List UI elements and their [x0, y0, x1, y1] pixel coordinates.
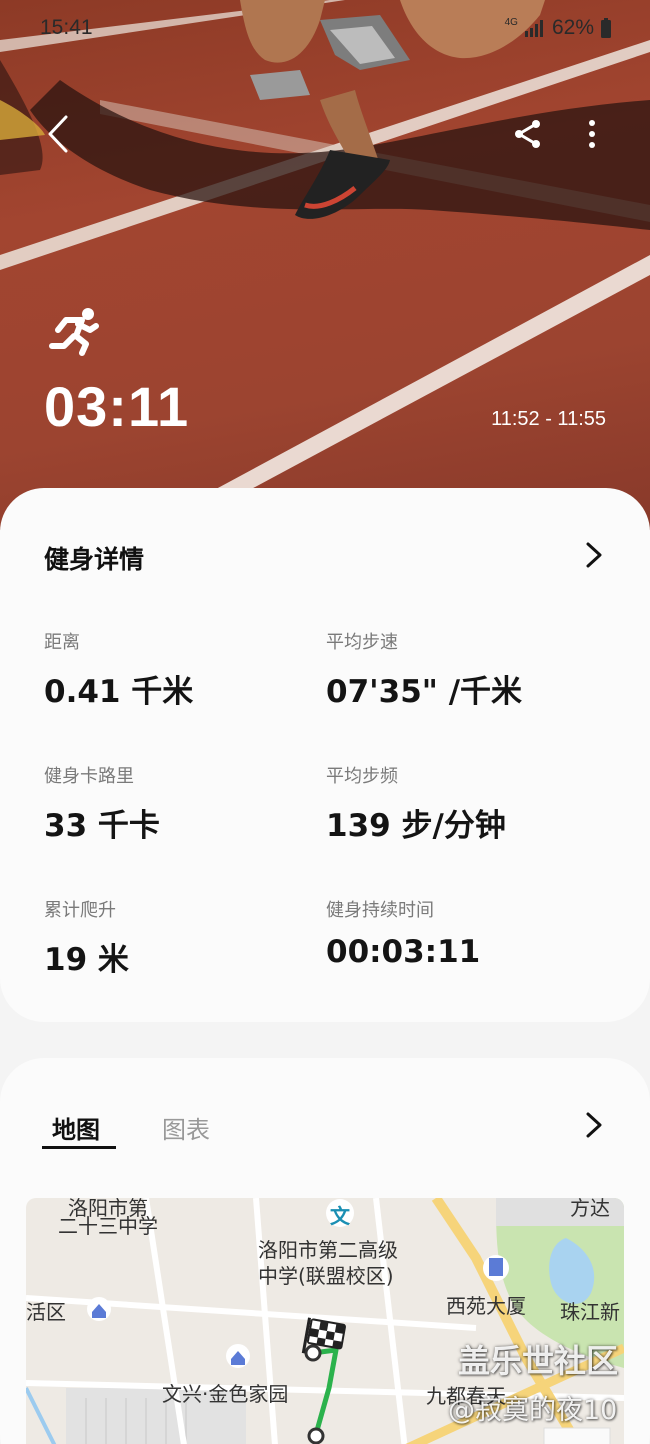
stat-label: 健身持续时间 — [326, 900, 434, 921]
stat-label: 平均步速 — [326, 632, 398, 653]
share-icon — [515, 120, 540, 148]
stat-value: 19 米 — [44, 942, 129, 978]
stat-value: 00:03:11 — [326, 934, 481, 970]
stat-label: 平均步频 — [326, 766, 398, 787]
stat-workout-duration: 健身持续时间 00:03:11 — [326, 896, 480, 970]
more-options-button[interactable] — [576, 112, 608, 156]
tab-chart[interactable]: 图表 — [162, 1110, 210, 1145]
workout-duration: 03:11 — [44, 375, 190, 438]
stat-value: 07'35" /千米 — [326, 674, 523, 710]
stat-label: 累计爬升 — [44, 900, 116, 921]
signal-icon — [524, 20, 543, 37]
active-tab-indicator — [42, 1146, 116, 1149]
more-vertical-icon — [589, 120, 595, 148]
map-label: 二十三中学 — [58, 1214, 158, 1238]
network-type: 4G — [504, 16, 518, 28]
battery-percent: 62% — [551, 16, 594, 39]
map-label: 中学(联盟校区) — [258, 1264, 394, 1288]
stat-label: 距离 — [44, 632, 80, 653]
map-label: 西苑大厦 — [446, 1294, 526, 1318]
running-track-photo — [0, 0, 650, 530]
watermark-community: 盖乐世社区 — [458, 1342, 619, 1380]
map-label: 方达 — [570, 1198, 610, 1220]
status-indicators: 4G 62% — [505, 16, 612, 40]
map-label: 文兴·金色家园 — [162, 1382, 289, 1406]
status-bar: 15:41 4G 62% — [0, 0, 650, 56]
map-label: 活区 — [26, 1300, 66, 1324]
status-time: 15:41 — [40, 16, 93, 39]
stat-value: 139 步/分钟 — [326, 808, 506, 844]
details-chevron-right-icon[interactable] — [578, 540, 608, 570]
stat-value: 0.41 千米 — [44, 674, 194, 710]
watermark-user: @寂寞的夜10 — [448, 1395, 618, 1426]
map-label: 珠江新 — [560, 1300, 620, 1324]
map-poi-icon: 文 — [330, 1204, 350, 1228]
running-icon — [49, 308, 99, 356]
map-label: 洛阳市第二高级 — [258, 1238, 398, 1262]
share-button[interactable] — [508, 112, 548, 156]
stat-value: 33 千卡 — [44, 808, 160, 844]
back-button[interactable] — [36, 112, 80, 156]
hero-image: 15:41 4G 62% 03:11 11:52 - 11:55 — [0, 0, 650, 530]
stat-calories: 健身卡路里 33 千卡 — [44, 762, 160, 845]
map-card: 地图 图表 洛阳市第 二十三中学 洛阳市第二高级 中学(联盟校区) 活区 西苑大… — [0, 1058, 650, 1444]
stat-avg-pace: 平均步速 07'35" /千米 — [326, 628, 522, 711]
back-arrow-icon — [48, 115, 68, 153]
workout-details-card: 健身详情 距离 0.41 千米 平均步速 07'35" /千米 健身卡路里 33… — [0, 488, 650, 1022]
stat-elevation-gain: 累计爬升 19 米 — [44, 896, 129, 979]
battery-icon — [601, 18, 611, 38]
tab-map[interactable]: 地图 — [52, 1110, 100, 1145]
stat-avg-cadence: 平均步频 139 步/分钟 — [326, 762, 506, 845]
stat-distance: 距离 0.41 千米 — [44, 628, 193, 711]
stat-label: 健身卡路里 — [44, 766, 134, 787]
details-title: 健身详情 — [44, 545, 145, 574]
map-chevron-right-icon[interactable] — [578, 1110, 608, 1140]
workout-time-range: 11:52 - 11:55 — [491, 408, 606, 430]
